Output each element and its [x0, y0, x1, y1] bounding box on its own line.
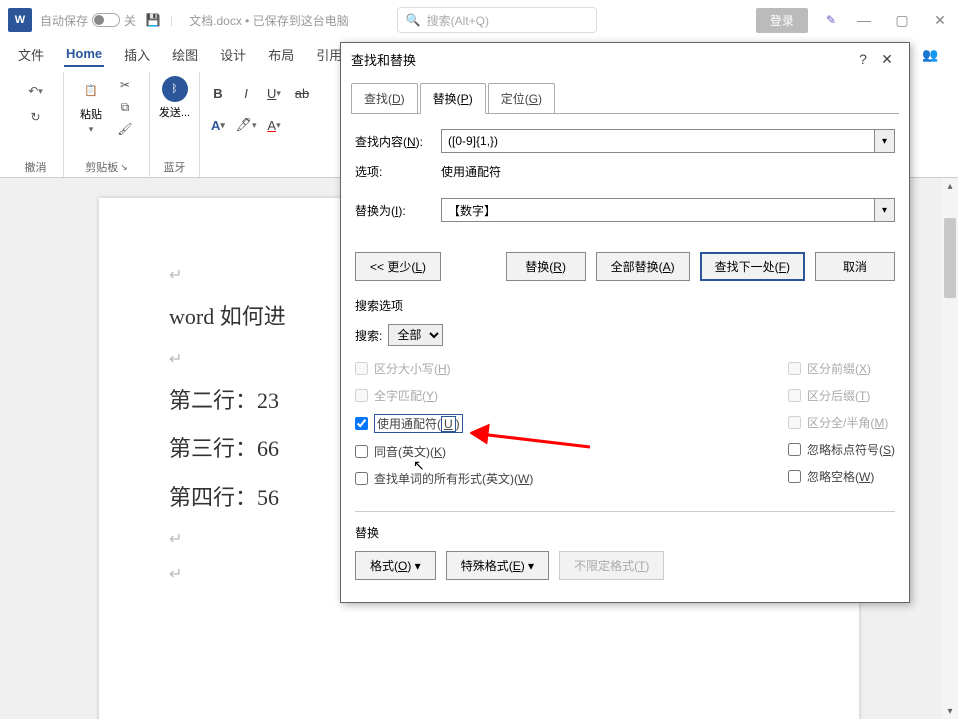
autosave-label: 自动保存 — [40, 12, 88, 29]
underline-button[interactable]: U ▾ — [264, 84, 284, 102]
search-direction-select[interactable]: 全部 — [388, 324, 443, 346]
tab-draw[interactable]: 绘图 — [170, 41, 200, 68]
replace-section-label: 替换 — [355, 524, 895, 541]
format-button[interactable]: 格式(O) ▾ — [355, 551, 436, 580]
doc-line-4: 第四行：56 — [169, 485, 279, 510]
chk-ignore-punct[interactable]: 忽略标点符号(S) — [788, 441, 895, 458]
replace-input[interactable] — [441, 198, 875, 222]
tab-file[interactable]: 文件 — [16, 41, 46, 68]
options-value: 使用通配符 — [441, 163, 501, 180]
find-dropdown-icon[interactable]: ▾ — [875, 129, 895, 153]
tab-goto[interactable]: 定位(G) — [488, 83, 555, 114]
document-title: 文档.docx • 已保存到这台电脑 — [189, 12, 349, 29]
tab-find[interactable]: 查找(D) — [351, 83, 418, 114]
autosave-toggle[interactable]: 自动保存 关 — [40, 12, 136, 29]
dialog-help-button[interactable]: ? — [851, 51, 875, 67]
clipboard-launcher-icon[interactable]: ↘ — [120, 162, 128, 173]
bold-button[interactable]: B — [208, 84, 228, 102]
scroll-up-icon[interactable]: ▴ — [942, 178, 958, 194]
tab-home[interactable]: Home — [64, 42, 104, 67]
paste-button[interactable]: 📋 粘贴 ▾ — [72, 76, 110, 135]
tab-replace[interactable]: 替换(P) — [420, 83, 486, 114]
chk-ignore-space[interactable]: 忽略空格(W) — [788, 468, 895, 485]
chk-prefix: 区分前缀(X) — [788, 360, 895, 377]
cancel-button[interactable]: 取消 — [815, 252, 895, 281]
save-icon[interactable]: 💾 — [144, 11, 162, 29]
dialog-titlebar[interactable]: 查找和替换 ? ✕ — [341, 43, 909, 75]
login-button[interactable]: 登录 — [756, 8, 808, 33]
share-icon[interactable]: 👥 — [922, 47, 944, 69]
maximize-button[interactable]: ▢ — [892, 12, 912, 29]
find-input[interactable] — [441, 129, 875, 153]
dialog-title: 查找和替换 — [351, 50, 416, 69]
search-icon: 🔍 — [406, 13, 421, 27]
close-button[interactable]: ✕ — [930, 12, 950, 29]
search-placeholder: 搜索(Alt+Q) — [427, 12, 489, 29]
cut-icon[interactable]: ✂ — [116, 76, 134, 94]
strikethrough-button[interactable]: ab — [292, 84, 312, 102]
tab-design[interactable]: 设计 — [218, 41, 248, 68]
bluetooth-group-label: 蓝牙 — [158, 159, 191, 175]
undo-group-label: 撤消 — [16, 159, 55, 175]
titlebar: W 自动保存 关 💾 | 文档.docx • 已保存到这台电脑 🔍 搜索(Alt… — [0, 0, 958, 40]
find-next-button[interactable]: 查找下一处(F) — [700, 252, 805, 281]
tab-layout[interactable]: 布局 — [266, 41, 296, 68]
scroll-thumb[interactable] — [944, 218, 956, 298]
less-button[interactable]: << 更少(L) — [355, 252, 441, 281]
search-box[interactable]: 🔍 搜索(Alt+Q) — [397, 7, 597, 33]
scroll-down-icon[interactable]: ▾ — [942, 703, 958, 719]
chk-fullhalf: 区分全/半角(M) — [788, 414, 895, 431]
italic-button[interactable]: I — [236, 84, 256, 102]
dialog-tabs: 查找(D) 替换(P) 定位(G) — [341, 75, 909, 114]
chk-suffix: 区分后缀(T) — [788, 387, 895, 404]
search-options-label: 搜索选项 — [355, 297, 895, 314]
chk-wildcards[interactable]: 使用通配符(U) — [355, 414, 788, 433]
find-replace-dialog: 查找和替换 ? ✕ 查找(D) 替换(P) 定位(G) 查找内容(N): ▾ 选… — [340, 42, 910, 603]
copy-icon[interactable]: ⧉ — [116, 98, 134, 116]
undo-icon[interactable]: ↶ ▾ — [27, 82, 45, 100]
replace-button[interactable]: 替换(R) — [506, 252, 586, 281]
redo-icon[interactable]: ↻ — [27, 108, 45, 126]
minimize-button[interactable]: — — [854, 12, 874, 28]
dialog-close-button[interactable]: ✕ — [875, 51, 899, 68]
bluetooth-icon: ᛒ — [162, 76, 188, 102]
replace-dropdown-icon[interactable]: ▾ — [875, 198, 895, 222]
doc-line-1: word 如何进 — [169, 304, 286, 329]
no-format-button: 不限定格式(T) — [559, 551, 664, 580]
toggle-switch-icon[interactable] — [92, 13, 120, 27]
special-format-button[interactable]: 特殊格式(E) ▾ — [446, 551, 549, 580]
doc-line-3: 第三行：66 — [169, 436, 279, 461]
search-direction-label: 搜索: — [355, 327, 382, 344]
bluetooth-send-button[interactable]: ᛒ 发送... — [158, 76, 191, 120]
clipboard-group-label: 剪贴板 — [85, 159, 118, 175]
highlight-button[interactable]: 🖊 ▾ — [236, 116, 256, 134]
replace-all-button[interactable]: 全部替换(A) — [596, 252, 690, 281]
vertical-scrollbar[interactable]: ▴ ▾ — [942, 178, 958, 719]
chk-whole-word: 全字匹配(Y) — [355, 387, 788, 404]
chk-match-case: 区分大小写(H) — [355, 360, 788, 377]
replace-label: 替换为(I): — [355, 202, 433, 219]
find-label: 查找内容(N): — [355, 133, 433, 150]
text-effects-button[interactable]: A ▾ — [208, 116, 228, 134]
font-color-button[interactable]: A ▾ — [264, 116, 284, 134]
clipboard-icon: 📋 — [77, 76, 105, 104]
autosave-state: 关 — [124, 12, 136, 29]
mouse-cursor-icon: ↖ — [413, 457, 425, 474]
tab-insert[interactable]: 插入 — [122, 41, 152, 68]
draw-tool-icon[interactable]: ✎ — [826, 13, 836, 27]
word-app-icon: W — [8, 8, 32, 32]
options-label: 选项: — [355, 163, 433, 180]
format-painter-icon[interactable]: 🖌 — [116, 120, 134, 138]
doc-line-2: 第二行：23 — [169, 388, 279, 413]
